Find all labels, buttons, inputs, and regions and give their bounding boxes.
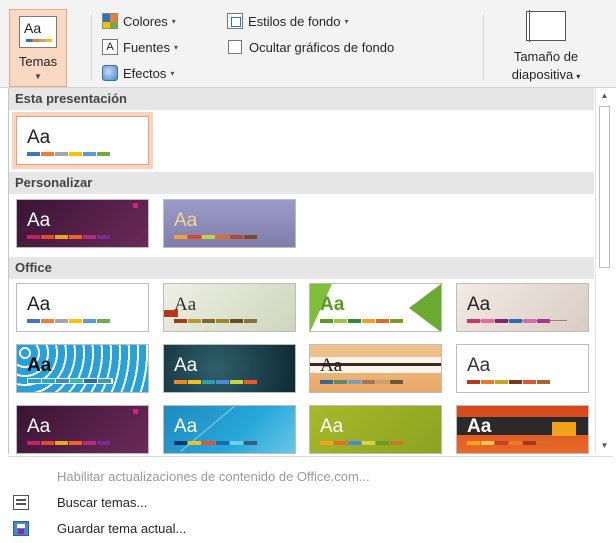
browse-themes-menu-item[interactable]: Buscar temas... — [8, 491, 147, 513]
chevron-down-icon: ▼ — [34, 72, 42, 81]
fonts-label: Fuentes — [123, 39, 170, 55]
section-header-this-presentation: Esta presentación — [9, 88, 594, 110]
themes-label: Temas — [18, 54, 58, 69]
hide-background-graphics-checkbox[interactable]: Ocultar gráficos de fondo — [228, 37, 394, 57]
save-theme-menu-item[interactable]: Guardar tema actual... — [8, 517, 186, 539]
theme-thumbnail[interactable]: Aa — [163, 283, 296, 332]
section-header-office: Office — [9, 257, 594, 279]
scroll-up-icon[interactable]: ▲ — [596, 88, 613, 104]
gallery-scrollbar[interactable]: ▲ ▼ — [595, 88, 613, 454]
theme-thumbnail[interactable]: Aa — [309, 405, 442, 454]
theme-thumbnail[interactable]: Aa — [309, 344, 442, 393]
effects-icon — [102, 65, 118, 81]
theme-thumbnail[interactable]: Aa — [12, 112, 153, 169]
chevron-down-icon: ▾ — [576, 72, 581, 81]
scrollbar-thumb[interactable] — [599, 106, 610, 268]
colors-label: Colores — [123, 13, 168, 29]
theme-thumbnail[interactable]: Aa — [456, 344, 589, 393]
theme-thumbnail[interactable]: Aa — [309, 283, 442, 332]
themes-menu: Habilitar actualizaciones de contenido d… — [8, 456, 613, 543]
fonts-icon: A — [102, 39, 118, 55]
slide-size-label: Tamaño de — [513, 49, 579, 64]
theme-thumbnail[interactable]: Aa — [163, 199, 296, 248]
background-styles-icon — [227, 13, 243, 29]
fonts-dropdown[interactable]: A Fuentes ▾ — [102, 37, 178, 57]
themes-icon: Aa — [19, 16, 57, 48]
checkbox-icon — [228, 40, 242, 54]
ribbon-separator — [91, 14, 92, 80]
chevron-down-icon: ▾ — [171, 16, 176, 26]
slide-size-label: diapositiva ▾ — [511, 67, 581, 82]
background-styles-label: Estilos de fondo — [248, 13, 341, 29]
slide-size-icon — [526, 10, 566, 42]
chevron-down-icon: ▾ — [170, 68, 175, 78]
theme-thumbnail[interactable]: Aa — [16, 283, 149, 332]
scroll-down-icon[interactable]: ▼ — [596, 438, 613, 454]
ribbon-separator — [483, 14, 484, 80]
background-styles-dropdown[interactable]: Estilos de fondo ▾ — [227, 11, 349, 31]
theme-thumbnail[interactable]: Aa — [16, 405, 149, 454]
slide-size-button[interactable]: Tamaño de diapositiva ▾ — [487, 9, 605, 87]
section-header-custom: Personalizar — [9, 172, 594, 194]
themes-button[interactable]: Aa Temas ▼ — [9, 9, 67, 87]
enable-updates-label: Habilitar actualizaciones de contenido d… — [57, 468, 370, 484]
effects-dropdown[interactable]: Efectos ▾ — [102, 63, 174, 83]
theme-thumbnail[interactable]: Aa — [456, 283, 589, 332]
save-theme-label: Guardar tema actual... — [57, 520, 187, 536]
theme-thumbnail[interactable]: Aa — [163, 405, 296, 454]
browse-themes-label: Buscar temas... — [57, 494, 148, 510]
colors-dropdown[interactable]: Colores ▾ — [102, 11, 176, 31]
theme-thumbnail[interactable]: Aa — [163, 344, 296, 393]
effects-label: Efectos — [123, 65, 167, 81]
hide-background-graphics-label: Ocultar gráficos de fondo — [249, 39, 395, 55]
theme-thumbnail[interactable]: Aa — [16, 199, 149, 248]
colors-icon — [102, 13, 118, 29]
theme-thumbnail[interactable]: Aa — [16, 344, 149, 393]
chevron-down-icon: ▾ — [344, 16, 349, 26]
save-theme-icon — [13, 520, 29, 536]
theme-thumbnail[interactable]: Aa — [456, 405, 589, 454]
chevron-down-icon: ▾ — [173, 42, 178, 52]
themes-gallery: Esta presentación Aa Personalizar Aa Aa … — [8, 88, 594, 454]
browse-themes-icon — [13, 494, 29, 510]
enable-updates-menu-item: Habilitar actualizaciones de contenido d… — [8, 465, 370, 487]
design-ribbon: Aa Temas ▼ Colores ▾ A Fuentes ▾ Efectos… — [0, 0, 616, 88]
